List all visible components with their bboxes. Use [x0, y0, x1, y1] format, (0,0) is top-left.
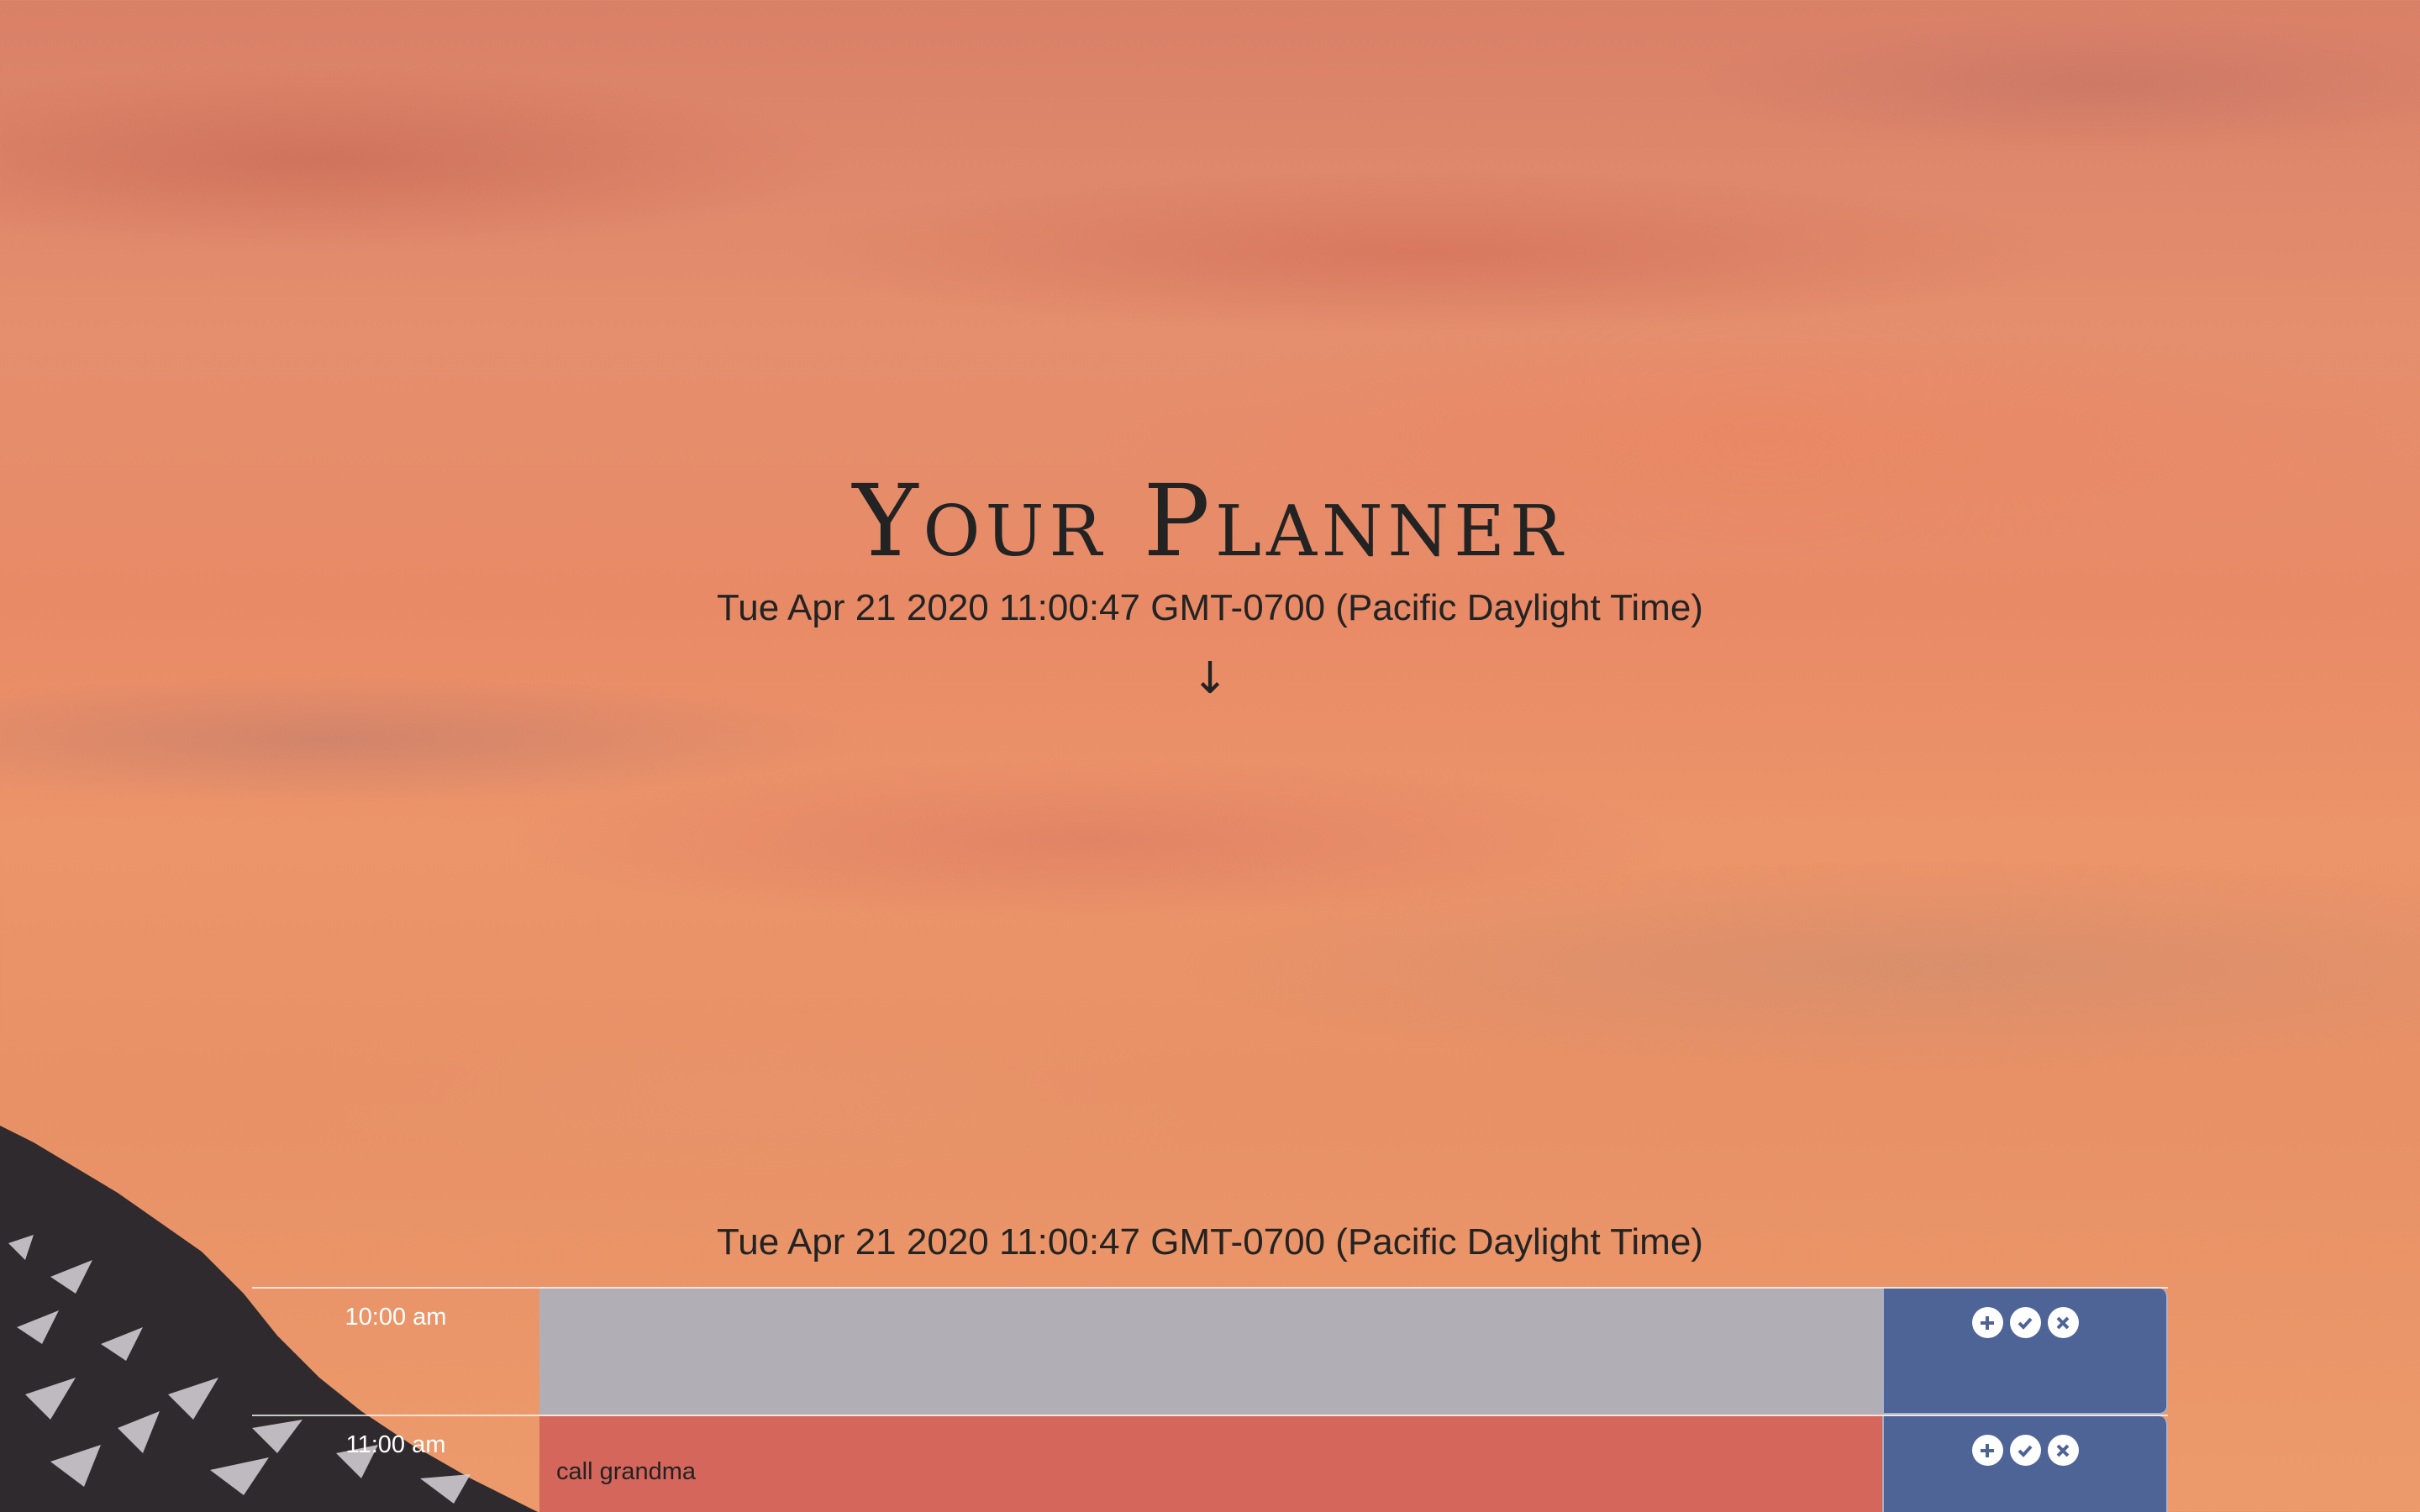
task-input[interactable] — [539, 1289, 1882, 1415]
check-circle-icon[interactable] — [2009, 1435, 2041, 1466]
hero-section: Your Planner Tue Apr 21 2020 11:00:47 GM… — [0, 0, 2420, 1218]
time-block-row: 11:00 am call grandma — [252, 1415, 2168, 1512]
planner-current-datetime: Tue Apr 21 2020 11:00:47 GMT-0700 (Pacif… — [717, 1221, 1703, 1263]
hero-current-datetime: Tue Apr 21 2020 11:00:47 GMT-0700 (Pacif… — [717, 587, 1703, 628]
hour-label: 11:00 am — [345, 1431, 446, 1458]
times-circle-icon[interactable] — [2047, 1435, 2079, 1466]
row-actions — [1882, 1289, 2168, 1415]
scroll-down-arrow-icon[interactable]: ↓ — [0, 654, 2420, 704]
planner-table: 10:00 am 11:00 am call grandma — [252, 1287, 2168, 1512]
times-circle-icon[interactable] — [2047, 1307, 2079, 1338]
plus-circle-icon[interactable] — [1971, 1307, 2003, 1338]
hour-label: 10:00 am — [345, 1304, 447, 1331]
page-title: Your Planner — [852, 463, 1568, 579]
time-block-row: 10:00 am — [252, 1287, 2168, 1415]
task-input[interactable]: call grandma — [539, 1416, 1882, 1512]
plus-circle-icon[interactable] — [1971, 1435, 2003, 1466]
row-actions — [1882, 1416, 2168, 1512]
check-circle-icon[interactable] — [2009, 1307, 2041, 1338]
